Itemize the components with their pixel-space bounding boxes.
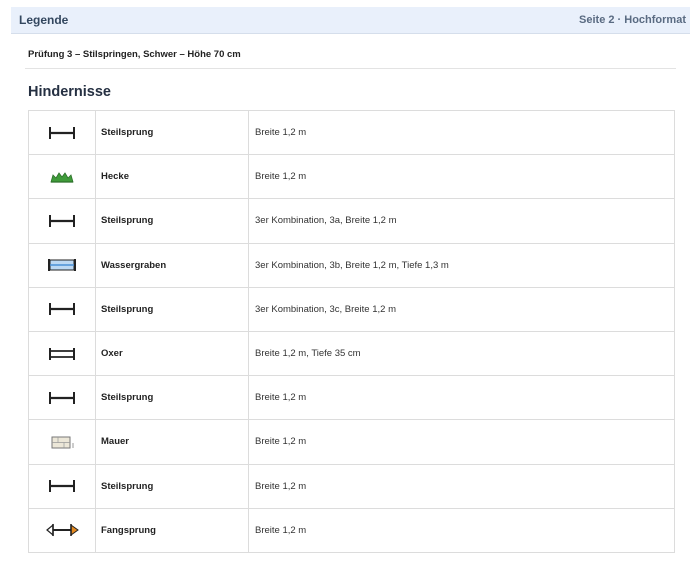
obstacle-name: Steilsprung — [95, 375, 249, 421]
obstacle-row: Steilsprung Breite 1,2 m — [28, 375, 675, 421]
fangsprung-icon — [45, 520, 79, 540]
obstacle-description: Breite 1,2 m — [248, 375, 675, 421]
section-title: Hindernisse — [28, 84, 111, 100]
obstacle-icon-cell — [28, 242, 96, 288]
obstacle-name: Mauer — [95, 419, 249, 465]
obstacle-row: Oxer Breite 1,2 m, Tiefe 35 cm — [28, 330, 675, 377]
obstacle-name: Steilsprung — [95, 463, 249, 509]
obstacle-description: 3er Kombination, 3b, Breite 1,2 m, Tiefe… — [248, 242, 675, 288]
obstacle-icon-cell — [28, 375, 96, 421]
obstacle-icon-cell — [28, 154, 96, 200]
obstacle-name: Steilsprung — [95, 286, 249, 332]
obstacle-row: Steilsprung 3er Kombination, 3c, Breite 1… — [28, 286, 675, 332]
obstacle-name: Oxer — [95, 330, 249, 377]
divider — [25, 68, 676, 69]
mauer-icon — [45, 432, 79, 452]
obstacle-description: Breite 1,2 m — [248, 109, 675, 156]
hecke-icon — [45, 167, 79, 187]
obstacle-name: Hecke — [95, 154, 249, 200]
obstacle-row: Steilsprung Breite 1,2 m — [28, 463, 675, 509]
steilsprung-icon — [45, 299, 79, 319]
steilsprung-icon — [45, 476, 79, 496]
obstacle-name: Steilsprung — [95, 198, 249, 244]
legend-header: Legende Seite 2 · Hochformat — [11, 7, 690, 34]
obstacle-row: Mauer Breite 1,2 m — [28, 419, 675, 465]
obstacle-description: Breite 1,2 m — [248, 154, 675, 200]
obstacle-icon-cell — [28, 330, 96, 377]
obstacle-icon-cell — [28, 286, 96, 332]
obstacle-row: Steilsprung 3er Kombination, 3a, Breite 1… — [28, 198, 675, 244]
page-info: Seite 2 · Hochformat — [579, 14, 686, 26]
obstacle-name: Wassergraben — [95, 242, 249, 288]
obstacle-description: Breite 1,2 m — [248, 419, 675, 465]
obstacle-row: Fangsprung Breite 1,2 m — [28, 507, 675, 553]
obstacle-description: Breite 1,2 m — [248, 463, 675, 509]
oxer-icon — [45, 344, 79, 364]
obstacle-icon-cell — [28, 109, 96, 156]
steilsprung-icon — [45, 211, 79, 231]
obstacle-name: Fangsprung — [95, 507, 249, 553]
obstacle-row: Wassergraben 3er Kombination, 3b, Breite … — [28, 242, 675, 288]
obstacle-name: Steilsprung — [95, 109, 249, 156]
obstacle-icon-cell — [28, 198, 96, 244]
obstacle-description: 3er Kombination, 3a, Breite 1,2 m — [248, 198, 675, 244]
obstacle-description: 3er Kombination, 3c, Breite 1,2 m — [248, 286, 675, 332]
obstacle-icon-cell — [28, 463, 96, 509]
obstacle-icon-cell — [28, 419, 96, 465]
competition-subtitle: Prüfung 3 – Stilspringen, Schwer – Höhe … — [28, 49, 241, 60]
steilsprung-icon — [45, 388, 79, 408]
obstacle-icon-cell — [28, 507, 96, 553]
obstacle-row: Hecke Breite 1,2 m — [28, 154, 675, 200]
steilsprung-icon — [45, 123, 79, 143]
legend-title: Legende — [19, 13, 69, 27]
obstacle-description: Breite 1,2 m, Tiefe 35 cm — [248, 330, 675, 377]
obstacles-table: Steilsprung Breite 1,2 m Hecke Breite 1,2 m… — [28, 109, 675, 553]
obstacle-description: Breite 1,2 m — [248, 507, 675, 553]
obstacle-row: Steilsprung Breite 1,2 m — [28, 109, 675, 156]
wassergraben-icon — [45, 255, 79, 275]
